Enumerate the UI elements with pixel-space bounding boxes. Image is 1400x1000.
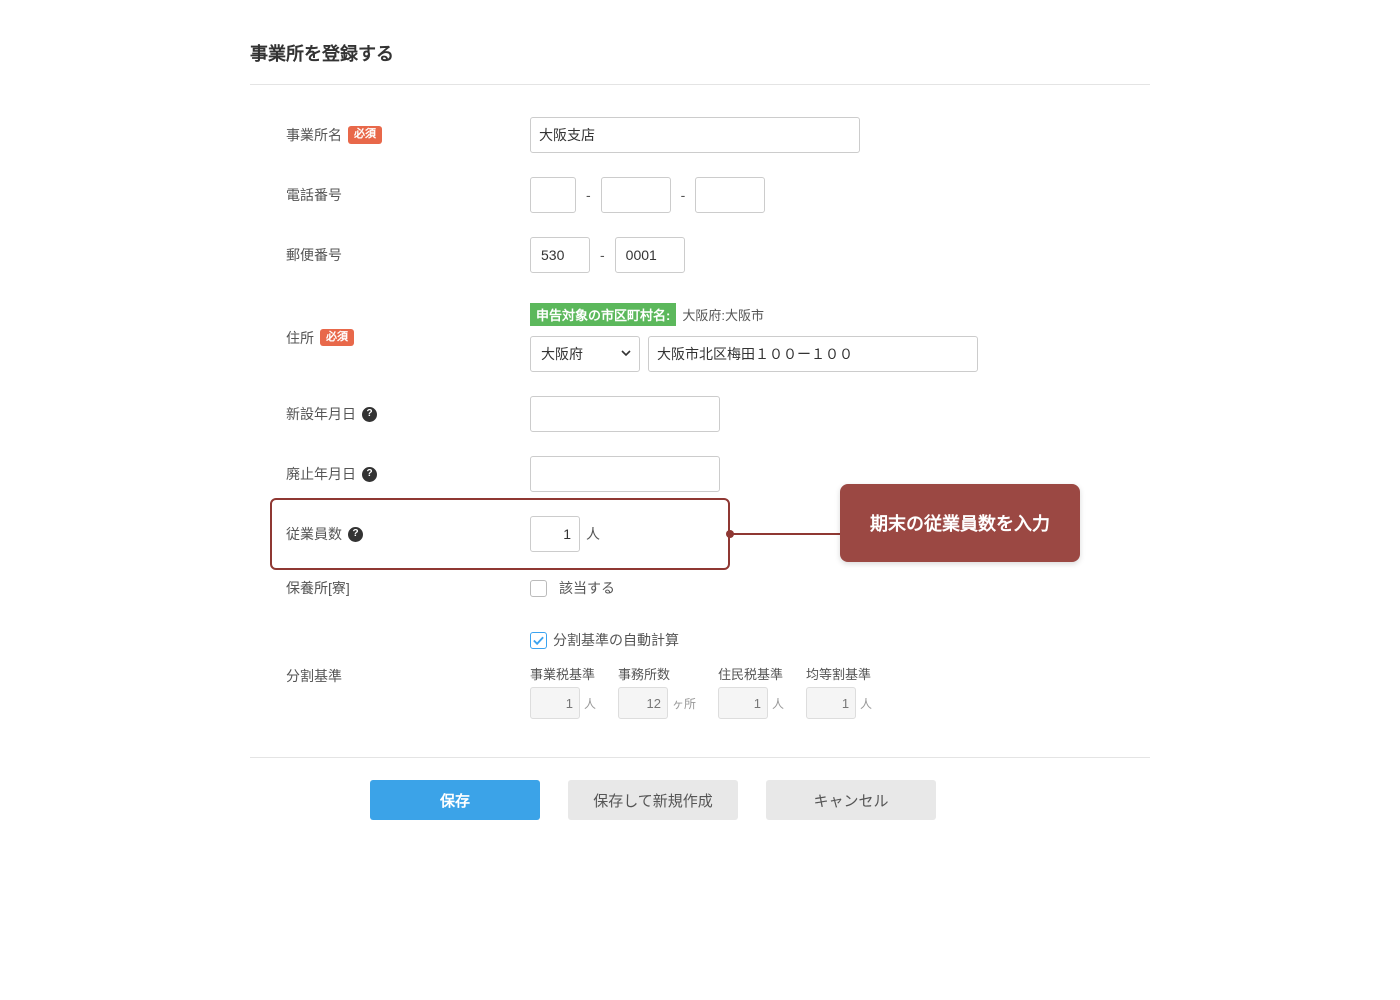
target-city-badge: 申告対象の市区町村名:: [530, 303, 676, 326]
split-unit-1: ヶ所: [672, 695, 696, 712]
form-footer: 保存 保存して新規作成 キャンセル: [250, 757, 1150, 842]
split-unit-3: 人: [860, 695, 872, 712]
phone-sep2: -: [677, 187, 690, 203]
office-name-input[interactable]: [530, 117, 860, 153]
label-split: 分割基準: [286, 666, 342, 686]
open-date-input[interactable]: [530, 396, 720, 432]
save-button[interactable]: 保存: [370, 780, 540, 820]
help-icon[interactable]: ?: [362, 467, 377, 482]
office-registration-form: 事業所を登録する 事業所名 必須 電話番号 - - 郵便番号 -: [250, 40, 1150, 842]
postal1-input[interactable]: [530, 237, 590, 273]
split-label-2: 住民税基準: [718, 664, 783, 683]
split-label-0: 事業税基準: [530, 664, 595, 683]
phone-part1-input[interactable]: [530, 177, 576, 213]
target-city-text: 大阪府:大阪市: [682, 305, 764, 324]
required-badge: 必須: [348, 126, 382, 143]
label-employees: 従業員数: [286, 524, 342, 544]
row-split: 分割基準 分割基準の自動計算 事業税基準 人 事務所数: [250, 612, 1150, 731]
row-open-date: 新設年月日 ?: [250, 384, 1150, 444]
postal-sep: -: [596, 247, 609, 263]
employees-input[interactable]: [530, 516, 580, 552]
prefecture-select[interactable]: 大阪府: [530, 336, 640, 372]
split-label-1: 事務所数: [618, 664, 670, 683]
label-phone: 電話番号: [286, 185, 342, 205]
split-auto-checkbox[interactable]: [530, 632, 547, 649]
split-unit-0: 人: [584, 695, 596, 712]
label-address: 住所: [286, 328, 314, 348]
phone-sep1: -: [582, 187, 595, 203]
phone-part2-input[interactable]: [601, 177, 671, 213]
label-office-name: 事業所名: [286, 125, 342, 145]
row-office-name: 事業所名 必須: [250, 105, 1150, 165]
split-input-0: [530, 687, 580, 719]
cancel-button[interactable]: キャンセル: [766, 780, 936, 820]
close-date-input[interactable]: [530, 456, 720, 492]
prefecture-select-wrap[interactable]: 大阪府: [530, 336, 640, 372]
employees-unit: 人: [586, 524, 600, 544]
split-item-office-count: 事務所数 ヶ所: [618, 664, 696, 719]
split-unit-2: 人: [772, 695, 784, 712]
phone-part3-input[interactable]: [695, 177, 765, 213]
split-item-resident-tax: 住民税基準 人: [718, 664, 784, 719]
callout-employees: 期末の従業員数を入力: [840, 484, 1080, 562]
page-title: 事業所を登録する: [250, 40, 1150, 85]
help-icon[interactable]: ?: [348, 527, 363, 542]
label-resort: 保養所[寮]: [286, 578, 350, 598]
label-open-date: 新設年月日: [286, 404, 356, 424]
row-phone: 電話番号 - -: [250, 165, 1150, 225]
row-postal: 郵便番号 -: [250, 225, 1150, 285]
split-label-3: 均等割基準: [806, 664, 871, 683]
postal2-input[interactable]: [615, 237, 685, 273]
split-auto-label: 分割基準の自動計算: [553, 630, 679, 650]
split-input-1: [618, 687, 668, 719]
help-icon[interactable]: ?: [362, 407, 377, 422]
split-item-business-tax: 事業税基準 人: [530, 664, 596, 719]
split-input-3: [806, 687, 856, 719]
label-close-date: 廃止年月日: [286, 464, 356, 484]
label-postal: 郵便番号: [286, 245, 342, 265]
required-badge-address: 必須: [320, 329, 354, 346]
callout-connector-line: [730, 533, 840, 535]
row-address: 住所 必須 申告対象の市区町村名: 大阪府:大阪市 大阪府: [250, 285, 1150, 384]
resort-checkbox-label: 該当する: [559, 578, 615, 598]
save-and-new-button[interactable]: 保存して新規作成: [568, 780, 738, 820]
address-detail-input[interactable]: [648, 336, 978, 372]
split-columns: 事業税基準 人 事務所数 ヶ所 住民税基準: [530, 664, 872, 719]
split-input-2: [718, 687, 768, 719]
resort-checkbox[interactable]: [530, 580, 547, 597]
row-resort: 保養所[寮] 該当する: [250, 564, 1150, 612]
split-item-per-capita: 均等割基準 人: [806, 664, 872, 719]
